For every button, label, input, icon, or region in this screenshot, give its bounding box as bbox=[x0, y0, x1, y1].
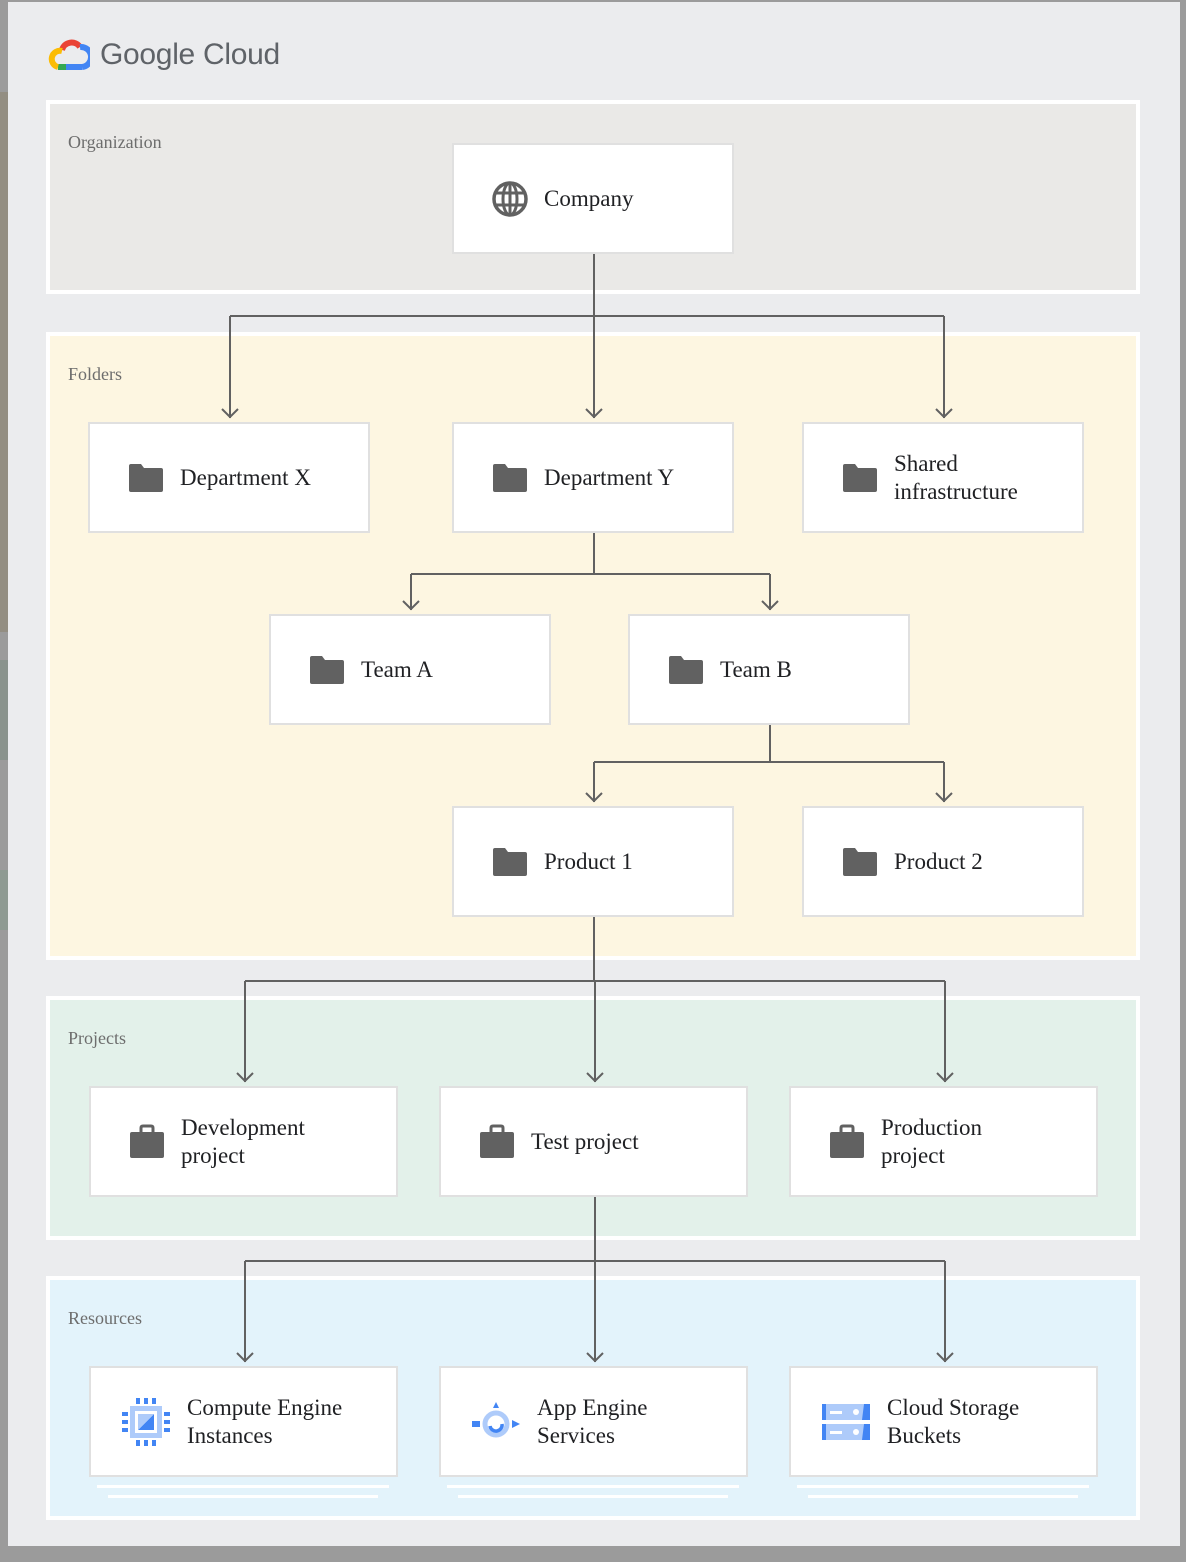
band-label-resources: Resources bbox=[68, 1308, 142, 1328]
node-label: Compute Engine Instances bbox=[187, 1394, 342, 1450]
stack-line bbox=[808, 1495, 1078, 1498]
node-team-a: Team A bbox=[269, 614, 551, 725]
folder-icon bbox=[840, 458, 880, 498]
node-department-y: Department Y bbox=[452, 422, 734, 533]
node-label-line: Company bbox=[544, 185, 634, 211]
node-app-engine: App Engine Services bbox=[439, 1366, 748, 1477]
node-label: Cloud Storage Buckets bbox=[887, 1394, 1019, 1450]
node-label-line: Services bbox=[537, 1422, 615, 1448]
node-label-line: Development bbox=[181, 1114, 305, 1140]
node-cloud-storage: Cloud Storage Buckets bbox=[789, 1366, 1098, 1477]
briefcase-icon bbox=[127, 1122, 167, 1162]
stack-line bbox=[108, 1495, 378, 1498]
node-shared-infrastructure: Shared infrastructure bbox=[802, 422, 1084, 533]
node-label-line: project bbox=[181, 1142, 245, 1168]
brand-name: Google Cloud bbox=[100, 38, 280, 71]
briefcase-icon bbox=[827, 1122, 867, 1162]
node-team-b: Team B bbox=[628, 614, 910, 725]
node-label-line: Cloud Storage bbox=[887, 1394, 1020, 1420]
stack-line bbox=[97, 1485, 389, 1488]
node-label: Product 1 bbox=[544, 848, 633, 876]
node-label-line: Buckets bbox=[887, 1422, 962, 1448]
stack-line bbox=[458, 1495, 728, 1498]
node-label: Team A bbox=[361, 656, 433, 684]
node-label-line: Product 1 bbox=[544, 848, 633, 874]
node-label: Company bbox=[544, 185, 633, 213]
compute-engine-icon bbox=[119, 1395, 173, 1449]
node-department-x: Department X bbox=[88, 422, 370, 533]
app-engine-icon bbox=[469, 1395, 523, 1449]
node-label-line: App Engine bbox=[537, 1394, 648, 1420]
folder-icon bbox=[490, 458, 530, 498]
node-label-line: Team A bbox=[361, 656, 433, 682]
node-product-1: Product 1 bbox=[452, 806, 734, 917]
node-label-line: Compute Engine bbox=[187, 1394, 343, 1420]
band-label-folders: Folders bbox=[68, 364, 122, 384]
node-label-line: Instances bbox=[187, 1422, 273, 1448]
stack-line bbox=[797, 1485, 1089, 1488]
node-label: Production project bbox=[881, 1114, 982, 1170]
node-label-line: project bbox=[881, 1142, 945, 1168]
globe-icon bbox=[490, 179, 530, 219]
node-label-line: Team B bbox=[720, 656, 792, 682]
cloud-storage-icon bbox=[819, 1395, 873, 1449]
stack-line bbox=[447, 1485, 739, 1488]
node-compute-engine: Compute Engine Instances bbox=[89, 1366, 398, 1477]
node-company: Company bbox=[452, 143, 734, 254]
node-label: Department Y bbox=[544, 464, 674, 492]
band-label-projects: Projects bbox=[68, 1028, 126, 1048]
folder-icon bbox=[307, 650, 347, 690]
node-test-project: Test project bbox=[439, 1086, 748, 1197]
node-development-project: Development project bbox=[89, 1086, 398, 1197]
google-cloud-icon bbox=[48, 39, 90, 70]
node-label: Product 2 bbox=[894, 848, 983, 876]
node-label: Test project bbox=[531, 1128, 639, 1156]
band-label-organization: Organization bbox=[68, 132, 162, 152]
node-label: Department X bbox=[180, 464, 311, 492]
node-label-line: Department X bbox=[180, 464, 311, 490]
node-label: App Engine Services bbox=[537, 1394, 648, 1450]
google-cloud-logo: Google Cloud bbox=[48, 38, 280, 72]
briefcase-icon bbox=[477, 1122, 517, 1162]
node-label-line: Production bbox=[881, 1114, 982, 1140]
node-label-line: Department Y bbox=[544, 464, 675, 490]
node-product-2: Product 2 bbox=[802, 806, 1084, 917]
node-label: Team B bbox=[720, 656, 792, 684]
folder-icon bbox=[666, 650, 706, 690]
node-label-line: Product 2 bbox=[894, 848, 983, 874]
node-label-line: Test project bbox=[531, 1128, 639, 1154]
folder-icon bbox=[840, 842, 880, 882]
folder-icon bbox=[126, 458, 166, 498]
folder-icon bbox=[490, 842, 530, 882]
node-label: Development project bbox=[181, 1114, 305, 1170]
node-production-project: Production project bbox=[789, 1086, 1098, 1197]
node-label: Shared infrastructure bbox=[894, 450, 1018, 506]
node-label-line: Shared bbox=[894, 450, 958, 476]
node-label-line: infrastructure bbox=[894, 478, 1018, 504]
